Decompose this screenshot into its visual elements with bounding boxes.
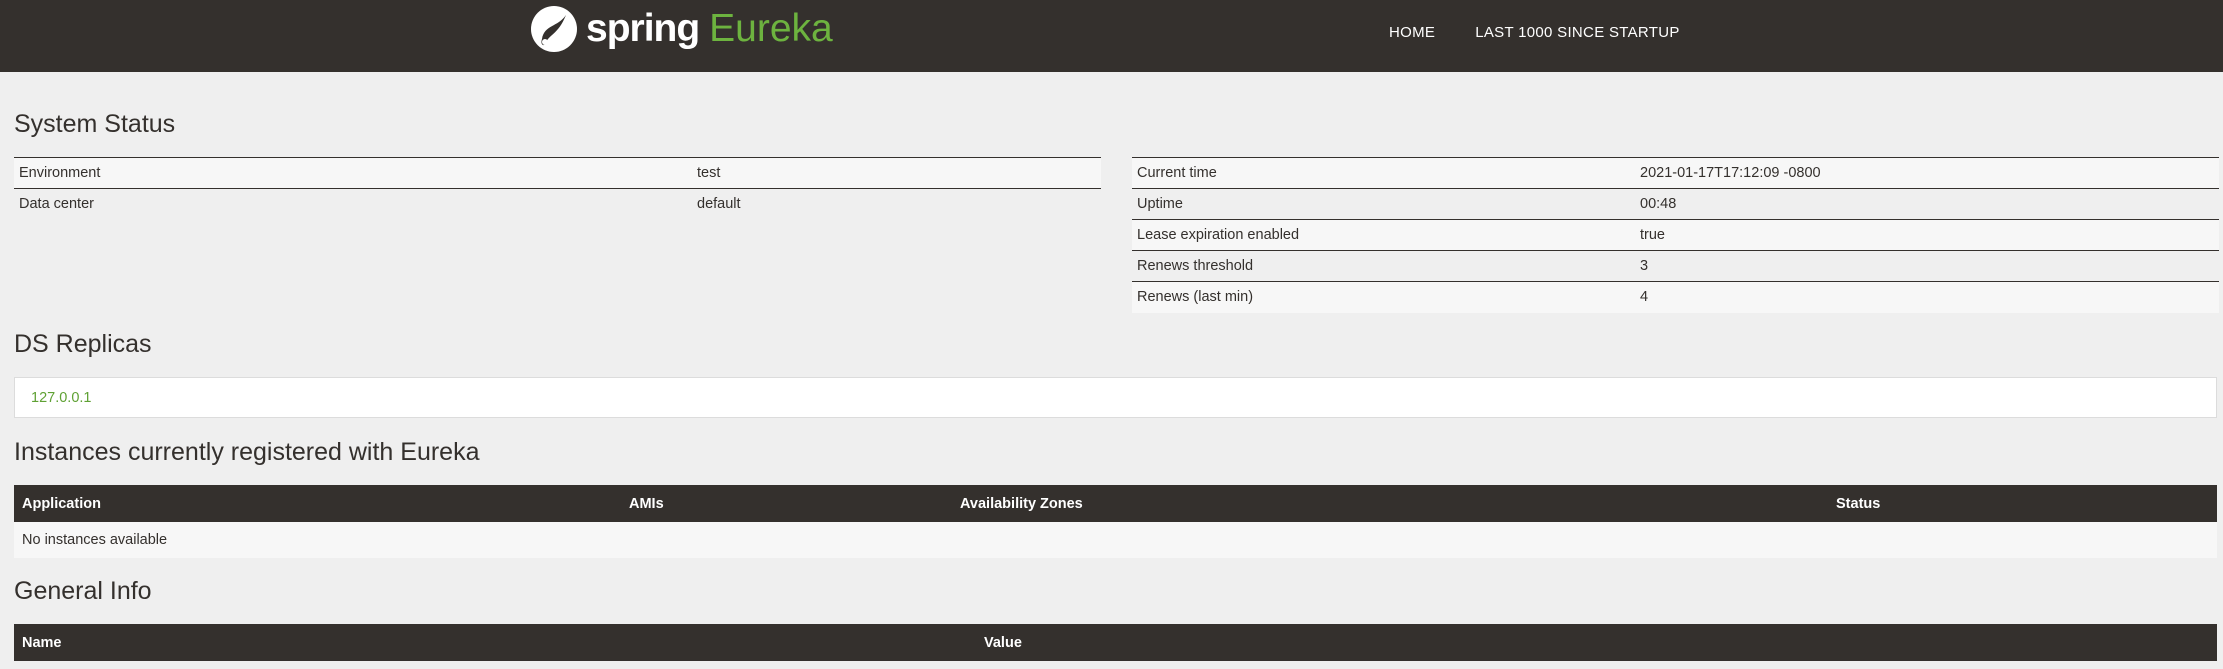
table-header-row: Application AMIs Availability Zones Stat… — [14, 485, 2217, 522]
status-label: Renews (last min) — [1132, 281, 1635, 313]
system-status-left-table: Environment test Data center default — [14, 157, 1101, 220]
spring-leaf-icon — [531, 6, 577, 52]
column-header-application: Application — [22, 495, 101, 512]
status-label: Data center — [14, 188, 692, 220]
replica-link[interactable]: 127.0.0.1 — [31, 390, 91, 406]
table-row: Current time 2021-01-17T17:12:09 -0800 — [1132, 157, 2219, 189]
brand-eureka-text: Eureka — [709, 7, 833, 50]
status-value: true — [1635, 219, 2219, 251]
nav-links: HOME LAST 1000 SINCE STARTUP — [1389, 24, 1720, 41]
ds-replicas-heading: DS Replicas — [14, 330, 152, 358]
table-row: Lease expiration enabled true — [1132, 219, 2219, 251]
no-instances-text: No instances available — [22, 532, 168, 548]
ds-replicas-panel: 127.0.0.1 — [14, 377, 2217, 418]
column-header-amis: AMIs — [629, 495, 664, 512]
column-header-availability-zones: Availability Zones — [960, 495, 1083, 512]
table-row: No instances available — [14, 522, 2217, 558]
status-label: Environment — [14, 157, 692, 189]
table-row: Renews (last min) 4 — [1132, 281, 2219, 313]
status-value: 00:48 — [1635, 188, 2219, 220]
system-status-right-table: Current time 2021-01-17T17:12:09 -0800 U… — [1132, 157, 2219, 313]
table-header-row: Name Value — [14, 624, 2217, 661]
column-header-value: Value — [984, 634, 1022, 651]
brand-logo-link[interactable]: spring Eureka — [530, 4, 833, 54]
nav-home-link[interactable]: HOME — [1389, 24, 1435, 41]
table-row: Data center default — [14, 188, 1101, 220]
system-status-heading: System Status — [14, 110, 176, 138]
table-row: Environment test — [14, 157, 1101, 189]
status-value: 3 — [1635, 250, 2219, 282]
status-label: Lease expiration enabled — [1132, 219, 1635, 251]
status-label: Uptime — [1132, 188, 1635, 220]
status-label: Renews threshold — [1132, 250, 1635, 282]
status-value: default — [692, 188, 1101, 220]
status-value: test — [692, 157, 1101, 189]
brand-spring-text: spring — [586, 7, 700, 50]
general-info-table: Name Value — [14, 624, 2217, 661]
status-value: 2021-01-17T17:12:09 -0800 — [1635, 157, 2219, 189]
navbar: spring Eureka HOME LAST 1000 SINCE START… — [0, 0, 2223, 72]
column-header-name: Name — [22, 634, 62, 651]
table-row: Renews threshold 3 — [1132, 250, 2219, 282]
table-row: Uptime 00:48 — [1132, 188, 2219, 220]
general-info-heading: General Info — [14, 577, 152, 605]
status-value: 4 — [1635, 281, 2219, 313]
instances-heading: Instances currently registered with Eure… — [14, 438, 480, 466]
nav-last-1000-link[interactable]: LAST 1000 SINCE STARTUP — [1475, 24, 1679, 41]
column-header-status: Status — [1836, 495, 1881, 512]
status-label: Current time — [1132, 157, 1635, 189]
instances-table: Application AMIs Availability Zones Stat… — [14, 485, 2217, 558]
